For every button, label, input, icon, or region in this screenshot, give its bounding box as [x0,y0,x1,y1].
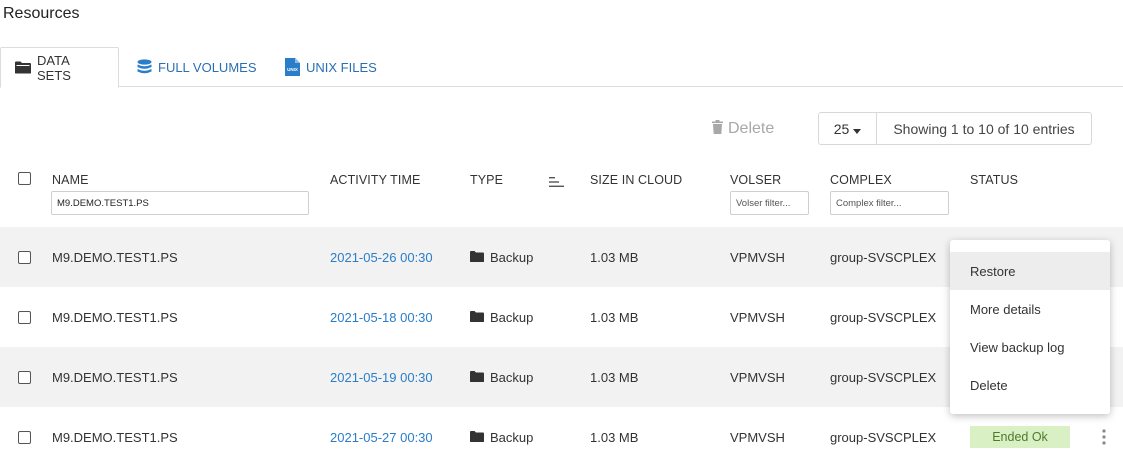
tab-label: FULL VOLUMES [158,59,257,75]
row-activity-time-link[interactable]: 2021-05-27 00:30 [330,407,433,467]
row-complex: group-SVSCPLEX [830,249,937,265]
row-name: M9.DEMO.TEST1.PS [52,369,178,385]
complex-filter-input[interactable] [830,191,949,215]
page-title: Resources [3,5,80,22]
folder-icon [470,250,484,265]
pagination-control: 25 Showing 1 to 10 of 10 entries [818,112,1092,145]
trash-icon [712,119,723,139]
menu-item-view-backup-log[interactable]: View backup log [950,328,1110,366]
column-header-complex[interactable]: COMPLEX [830,173,892,187]
more-options-icon[interactable] [1099,427,1109,447]
row-type: Backup [470,347,533,407]
row-type-label: Backup [490,309,534,325]
svg-text:UNIX: UNIX [287,67,298,72]
row-type: Backup [470,287,533,347]
database-icon [137,59,152,75]
row-complex: group-SVSCPLEX [830,429,937,445]
row-context-menu: Restore More details View backup log Del… [950,240,1110,414]
row-name: M9.DEMO.TEST1.PS [52,429,178,445]
row-volser: VPMVSH [730,369,785,385]
column-header-type[interactable]: TYPE [470,173,503,187]
row-complex: group-SVSCPLEX [830,309,937,325]
folder-icon [470,310,484,325]
row-type-label: Backup [490,249,534,265]
row-name: M9.DEMO.TEST1.PS [52,249,178,265]
row-size: 1.03 MB [590,309,639,325]
row-type-label: Backup [490,369,534,385]
column-header-activity-time[interactable]: ACTIVITY TIME [330,173,420,187]
column-header-volser[interactable]: VOLSER [730,173,781,187]
volser-filter-input[interactable] [730,191,809,215]
tab-unix-files[interactable]: UNIX UNIX FILES [271,47,391,87]
table-row[interactable]: M9.DEMO.TEST1.PS 2021-05-27 00:30 Backup… [0,407,1123,467]
tab-data-sets[interactable]: DATA SETS [0,47,119,88]
row-type: Backup [470,227,533,287]
menu-item-delete[interactable]: Delete [950,366,1110,404]
unix-file-icon: UNIX [285,58,300,76]
column-header-size-in-cloud[interactable]: SIZE IN CLOUD [590,173,682,187]
row-size: 1.03 MB [590,369,639,385]
row-size: 1.03 MB [590,249,639,265]
delete-button-label: Delete [728,120,775,137]
column-header-status[interactable]: STATUS [970,173,1018,187]
row-checkbox[interactable] [18,371,31,384]
tab-label: DATA SETS [37,52,71,83]
folder-icon [15,61,31,74]
row-complex: group-SVSCPLEX [830,369,937,385]
row-size: 1.03 MB [590,429,639,445]
status-badge: Ended Ok [970,426,1070,448]
row-name: M9.DEMO.TEST1.PS [52,309,178,325]
row-checkbox[interactable] [18,311,31,324]
row-checkbox[interactable] [18,431,31,444]
menu-item-more-details[interactable]: More details [950,290,1110,328]
row-volser: VPMVSH [730,309,785,325]
row-type: Backup [470,407,533,467]
entries-count: Showing 1 to 10 of 10 entries [893,120,1075,137]
row-activity-time-link[interactable]: 2021-05-26 00:30 [330,227,433,287]
row-type-label: Backup [490,429,534,445]
tab-full-volumes[interactable]: FULL VOLUMES [123,47,271,87]
row-activity-time-link[interactable]: 2021-05-18 00:30 [330,287,433,347]
page-size-value: 25 [833,120,850,137]
row-volser: VPMVSH [730,429,785,445]
folder-icon [470,370,484,385]
name-filter-input[interactable] [51,191,309,215]
folder-icon [470,430,484,445]
select-all-checkbox[interactable] [18,172,31,185]
page-size-dropdown[interactable]: 25 [819,113,877,144]
column-header-name[interactable]: NAME [52,173,89,187]
delete-button[interactable]: Delete [712,118,774,140]
tab-bar: DATA SETS FULL VOLUMES UNIX UNIX FILES [0,47,1123,88]
sort-icon[interactable] [549,175,564,190]
caret-down-icon [853,121,862,137]
row-checkbox[interactable] [18,251,31,264]
tab-label: UNIX FILES [306,59,377,75]
row-volser: VPMVSH [730,249,785,265]
menu-item-restore[interactable]: Restore [950,252,1110,290]
row-activity-time-link[interactable]: 2021-05-19 00:30 [330,347,433,407]
